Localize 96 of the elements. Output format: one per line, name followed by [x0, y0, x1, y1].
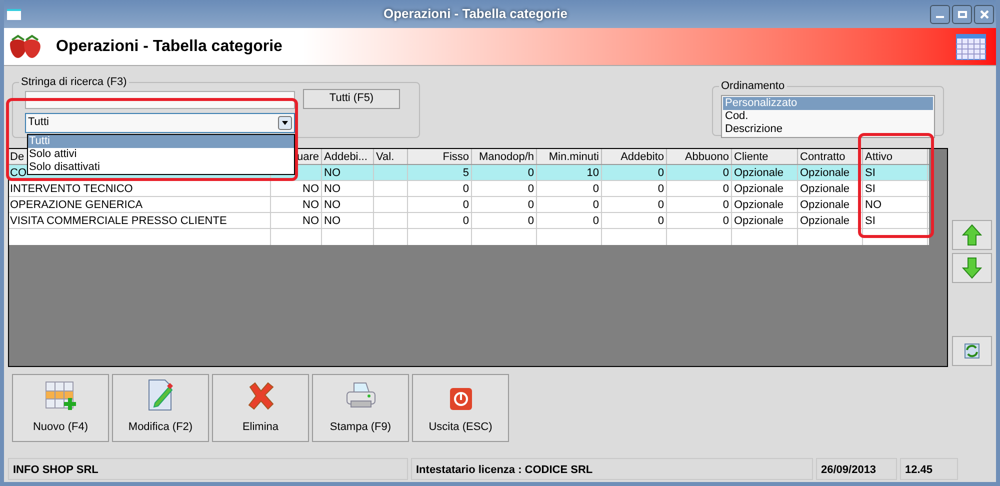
table-cell: 0 — [722, 215, 729, 227]
table-cell: Opzionale — [800, 183, 850, 195]
table-cell: 0 — [722, 183, 729, 195]
table-cell: 0 — [658, 183, 664, 195]
status-field: Intestatario licenza : CODICE SRL — [411, 458, 813, 480]
table-cell: 0 — [658, 167, 664, 179]
close-button[interactable] — [974, 4, 994, 24]
sort-label: Ordinamento — [720, 79, 786, 94]
column-header[interactable]: Fisso — [442, 151, 469, 163]
table-cell: 0 — [528, 199, 534, 211]
search-label: Stringa di ricerca (F3) — [20, 75, 128, 90]
header-title: Operazioni - Tabella categorie — [56, 36, 284, 56]
maximize-button[interactable] — [952, 4, 972, 24]
table-cell: 0 — [528, 183, 534, 195]
table-cell: Opzionale — [800, 167, 850, 179]
table-cell: SI — [865, 183, 876, 195]
table-cell: 0 — [592, 199, 599, 211]
table-cell: Opzionale — [734, 199, 784, 211]
column-header[interactable]: De — [10, 151, 24, 163]
column-header[interactable]: Val. — [376, 151, 394, 163]
table-cell: Opzionale — [734, 215, 784, 227]
sort-option[interactable]: Descrizione — [723, 122, 933, 136]
refresh-button[interactable] — [952, 336, 992, 366]
table-cell: 0 — [722, 167, 729, 179]
table-cell: OPERAZIONE GENERICA — [10, 199, 143, 211]
table-cell: 0 — [462, 199, 469, 211]
document-pencil-icon — [146, 378, 174, 410]
column-header[interactable]: Attivo — [865, 151, 893, 163]
table-cell: NO — [302, 199, 319, 211]
column-header[interactable]: Addebito — [620, 151, 664, 163]
table-cell: SI — [865, 167, 876, 179]
power-icon — [448, 386, 472, 410]
table-cell: 0 — [722, 199, 729, 211]
table-cell: Opzionale — [800, 199, 850, 211]
table-cell: VISITA COMMERCIALE PRESSO CLIENTE — [10, 215, 227, 227]
table-row[interactable]: VISITA COMMERCIALE PRESSO CLIENTE NO NO 0 0 0 0 0 Opzionale Opzionale SI — [9, 213, 929, 229]
column-header[interactable]: Manodop/h — [478, 151, 534, 163]
refresh-icon — [962, 341, 982, 361]
table-cell: 0 — [462, 215, 469, 227]
table-cell: NO — [324, 199, 340, 211]
window-title: Operazioni - Tabella categorie — [382, 5, 568, 24]
table-cell: SI — [865, 215, 876, 227]
table-cell: NO — [865, 199, 882, 211]
column-header[interactable]: Addebi... — [324, 151, 368, 163]
cross-icon — [246, 380, 276, 410]
table-cell: NO — [302, 183, 319, 195]
table-cell: NO — [324, 215, 340, 227]
table-cell: 0 — [658, 215, 664, 227]
action-button[interactable]: Uscita (ESC) — [412, 374, 509, 442]
caret-icon — [278, 116, 292, 130]
up-arrow-icon — [962, 224, 982, 246]
table-cell: 0 — [528, 167, 534, 179]
window-icon — [7, 8, 21, 20]
column-header[interactable]: Abbuono — [684, 151, 729, 163]
minimize-icon — [936, 16, 944, 18]
calendar-grid-icon — [956, 34, 986, 60]
table-cell: NO — [302, 215, 319, 227]
filter-dropdown[interactable]: Tutti — [25, 112, 295, 132]
printer-icon — [344, 380, 376, 410]
table-cell: INTERVENTO TECNICO — [10, 183, 133, 195]
table-cell: 10 — [586, 167, 599, 179]
column-header[interactable]: uare — [296, 151, 319, 163]
grid-plus-icon — [44, 380, 76, 410]
maximize-icon — [958, 10, 966, 18]
move-up-button[interactable] — [952, 220, 992, 250]
action-button[interactable]: Stampa (F9) — [312, 374, 409, 442]
table-cell: Opzionale — [734, 167, 784, 179]
table-row[interactable]: OPERAZIONE GENERICA NO NO 0 0 0 0 0 Opzionale Opzionale NO — [9, 197, 929, 213]
table-row[interactable]: INTERVENTO TECNICO NO NO 0 0 0 0 0 Opzionale Opzionale SI — [9, 181, 929, 197]
column-header[interactable]: Contratto — [800, 151, 846, 163]
table-cell: NO — [324, 167, 340, 179]
table-cell: 0 — [462, 183, 469, 195]
move-down-button[interactable] — [952, 253, 992, 283]
table-cell: 0 — [592, 215, 599, 227]
status-field: INFO SHOP SRL — [8, 458, 408, 480]
table-cell: CO — [10, 167, 26, 179]
status-field: 12.45 — [900, 458, 958, 480]
column-header[interactable]: Min.minuti — [548, 151, 599, 163]
table-cell: Opzionale — [734, 183, 784, 195]
table-cell: 5 — [462, 167, 469, 179]
column-header[interactable]: Cliente — [734, 151, 768, 163]
table-cell: 0 — [592, 183, 599, 195]
table-cell: 0 — [658, 199, 664, 211]
dropdown-option[interactable]: Solo attivi — [28, 148, 294, 160]
table-cell: NO — [324, 183, 340, 195]
action-button[interactable]: Elimina — [212, 374, 309, 442]
action-button[interactable]: Modifica (F2) — [112, 374, 209, 442]
close-icon — [980, 10, 988, 18]
down-arrow-icon — [962, 257, 982, 279]
show-all-button[interactable]: Tutti (F5) — [303, 88, 400, 108]
sort-option[interactable]: Cod. — [723, 110, 933, 122]
action-button[interactable]: Nuovo (F4) — [12, 374, 109, 442]
table-cell: Opzionale — [800, 215, 850, 227]
status-field: 26/09/2013 — [816, 458, 897, 480]
table-cell: 0 — [528, 215, 534, 227]
minimize-button[interactable] — [930, 4, 950, 24]
